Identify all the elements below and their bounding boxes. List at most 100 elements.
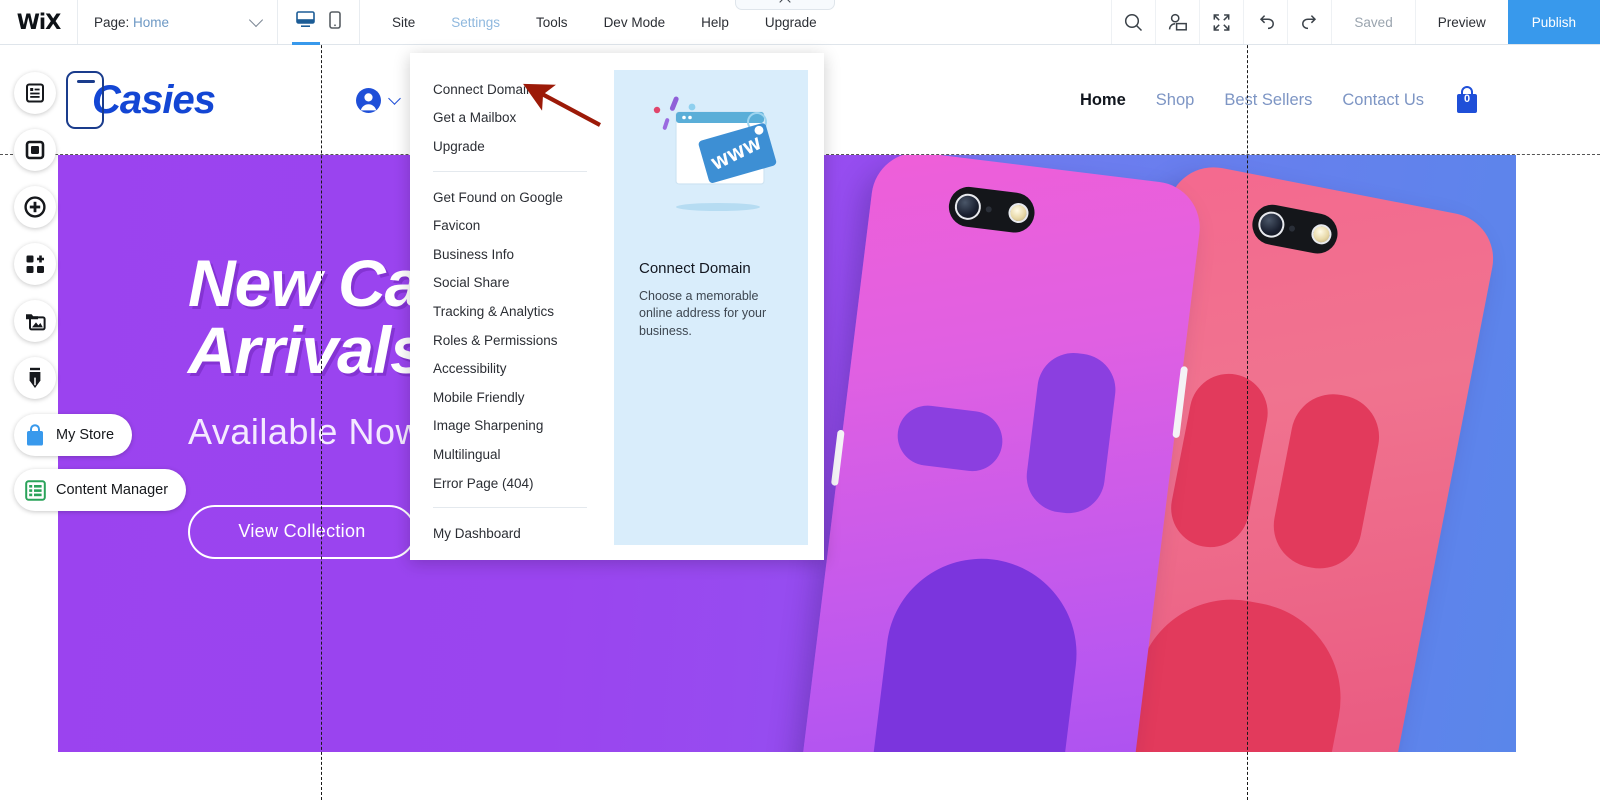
left-guide bbox=[321, 0, 322, 800]
zoom-out-button[interactable] bbox=[1199, 0, 1243, 44]
camera-flash-icon bbox=[1309, 222, 1334, 247]
page-selector-text: Page: Home bbox=[94, 15, 169, 30]
menu-item-accessibility[interactable]: Accessibility bbox=[410, 354, 610, 383]
saved-status: Saved bbox=[1331, 0, 1414, 44]
chevron-down-icon bbox=[388, 91, 401, 105]
sidebar-item-blog[interactable] bbox=[14, 357, 56, 399]
menu-item-get-a-mailbox[interactable]: Get a Mailbox bbox=[410, 104, 610, 133]
menu-item-social-share[interactable]: Social Share bbox=[410, 269, 610, 298]
page-selector[interactable]: Page: Home bbox=[78, 0, 278, 44]
page-selector-value: Home bbox=[133, 14, 170, 30]
menu-divider bbox=[433, 507, 587, 509]
preview-button[interactable]: Preview bbox=[1414, 0, 1508, 44]
promo-title: Connect Domain bbox=[639, 260, 751, 277]
view-collection-button[interactable]: View Collection bbox=[188, 504, 416, 559]
site-nav-item-best-sellers[interactable]: Best Sellers bbox=[1224, 91, 1312, 110]
editor-sidebar: My Store Content Manager bbox=[14, 72, 187, 524]
table-grid-icon bbox=[14, 469, 56, 511]
blog-icon bbox=[29, 367, 41, 388]
redo-button[interactable] bbox=[1287, 0, 1331, 44]
menu-item-business-info[interactable]: Business Info bbox=[410, 240, 610, 269]
sidebar-item-background[interactable] bbox=[14, 129, 56, 171]
menus-and-pages-icon bbox=[26, 83, 44, 103]
chevron-down-icon bbox=[248, 12, 264, 28]
menu-item-get-found-on-google[interactable]: Get Found on Google bbox=[410, 183, 610, 212]
user-avatar-icon bbox=[355, 87, 381, 113]
site-logo[interactable]: Casies bbox=[66, 71, 216, 129]
menu-item-upgrade[interactable]: Upgrade bbox=[410, 132, 610, 161]
cart-count-badge: 0 bbox=[1463, 93, 1471, 105]
menu-tools[interactable]: Tools bbox=[518, 0, 586, 45]
site-nav-item-contact-us[interactable]: Contact Us bbox=[1342, 91, 1424, 110]
contacts-button[interactable] bbox=[1155, 0, 1199, 44]
sidebar-item-label: Content Manager bbox=[56, 482, 169, 498]
case-decor-shape bbox=[1022, 348, 1120, 518]
menu-item-my-dashboard[interactable]: My Dashboard bbox=[410, 519, 610, 548]
add-apps-icon bbox=[26, 255, 44, 273]
settings-dropdown-menu: Connect Domain Get a Mailbox Upgrade Get… bbox=[410, 53, 824, 560]
right-guide bbox=[1247, 0, 1248, 800]
settings-menu-list: Connect Domain Get a Mailbox Upgrade Get… bbox=[410, 75, 610, 548]
editor-top-bar: WiX Page: Home Site Settings Tools Dev M… bbox=[0, 0, 1600, 45]
menu-item-tracking-and-analytics[interactable]: Tracking & Analytics bbox=[410, 297, 610, 326]
menu-divider bbox=[433, 170, 587, 172]
promo-description: Choose a memorable online address for yo… bbox=[639, 289, 767, 338]
top-bar-actions: Saved Preview Publish bbox=[1111, 0, 1600, 44]
mic-dot bbox=[985, 206, 993, 213]
mobile-view-icon[interactable] bbox=[329, 10, 341, 34]
menu-item-roles-and-permissions[interactable]: Roles & Permissions bbox=[410, 326, 610, 355]
promo-panel-connect-domain: WWW Connect Domain Choose a memorable on… bbox=[614, 70, 808, 545]
camera-flash-icon bbox=[1007, 201, 1030, 225]
menu-item-mobile-friendly[interactable]: Mobile Friendly bbox=[410, 383, 610, 412]
menu-item-error-page-404[interactable]: Error Page (404) bbox=[410, 469, 610, 498]
publish-button[interactable]: Publish bbox=[1507, 0, 1600, 44]
search-icon bbox=[1125, 13, 1143, 31]
site-nav-item-home[interactable]: Home bbox=[1080, 91, 1126, 110]
sidebar-item-add-element[interactable] bbox=[14, 186, 56, 228]
site-nav-item-shop[interactable]: Shop bbox=[1156, 91, 1195, 110]
sidebar-item-my-store[interactable]: My Store bbox=[14, 414, 133, 456]
sidebar-item-menus-and-pages[interactable] bbox=[14, 72, 56, 114]
menu-site[interactable]: Site bbox=[374, 0, 433, 45]
background-icon bbox=[25, 140, 45, 160]
sidebar-item-content-manager[interactable]: Content Manager bbox=[14, 469, 187, 511]
redo-icon bbox=[1301, 15, 1316, 30]
add-element-icon bbox=[24, 196, 46, 218]
wix-logo[interactable]: WiX bbox=[0, 0, 78, 44]
sidebar-item-my-uploads[interactable] bbox=[14, 300, 56, 342]
my-uploads-icon bbox=[25, 314, 46, 331]
shopping-bag-icon bbox=[14, 414, 56, 456]
promo-illustration: WWW bbox=[614, 70, 808, 250]
account-menu[interactable] bbox=[355, 87, 401, 114]
camera-module bbox=[946, 184, 1037, 235]
case-decor-shape bbox=[1266, 387, 1387, 576]
viewport-switcher bbox=[278, 0, 360, 44]
sidebar-item-label: My Store bbox=[56, 427, 115, 443]
collapse-toolbar-handle[interactable] bbox=[735, 0, 835, 10]
site-logo-text: Casies bbox=[92, 77, 216, 122]
desktop-view-icon[interactable] bbox=[296, 11, 315, 33]
zoom-out-icon bbox=[1213, 13, 1230, 31]
menu-settings[interactable]: Settings bbox=[433, 0, 518, 45]
site-nav: Home Shop Best Sellers Contact Us 0 bbox=[1080, 85, 1480, 115]
chevron-up-icon bbox=[779, 0, 791, 8]
cart-button[interactable]: 0 bbox=[1454, 85, 1480, 115]
menu-item-image-sharpening[interactable]: Image Sharpening bbox=[410, 412, 610, 441]
menu-item-favicon[interactable]: Favicon bbox=[410, 211, 610, 240]
undo-icon bbox=[1259, 15, 1274, 30]
wix-logo-text: WiX bbox=[16, 10, 62, 34]
sidebar-item-add-apps[interactable] bbox=[14, 243, 56, 285]
camera-lens-icon bbox=[1256, 209, 1287, 240]
camera-lens-icon bbox=[953, 192, 983, 222]
camera-module bbox=[1248, 201, 1341, 258]
menu-item-connect-domain[interactable]: Connect Domain bbox=[410, 75, 610, 104]
contacts-icon bbox=[1168, 13, 1187, 31]
search-button[interactable] bbox=[1111, 0, 1155, 44]
phone-case-logo-icon bbox=[66, 71, 104, 129]
undo-button[interactable] bbox=[1243, 0, 1287, 44]
case-decor-shape bbox=[894, 402, 1006, 475]
case-decor-shape bbox=[868, 547, 1088, 752]
menu-dev-mode[interactable]: Dev Mode bbox=[586, 0, 684, 45]
menu-item-multilingual[interactable]: Multilingual bbox=[410, 440, 610, 469]
